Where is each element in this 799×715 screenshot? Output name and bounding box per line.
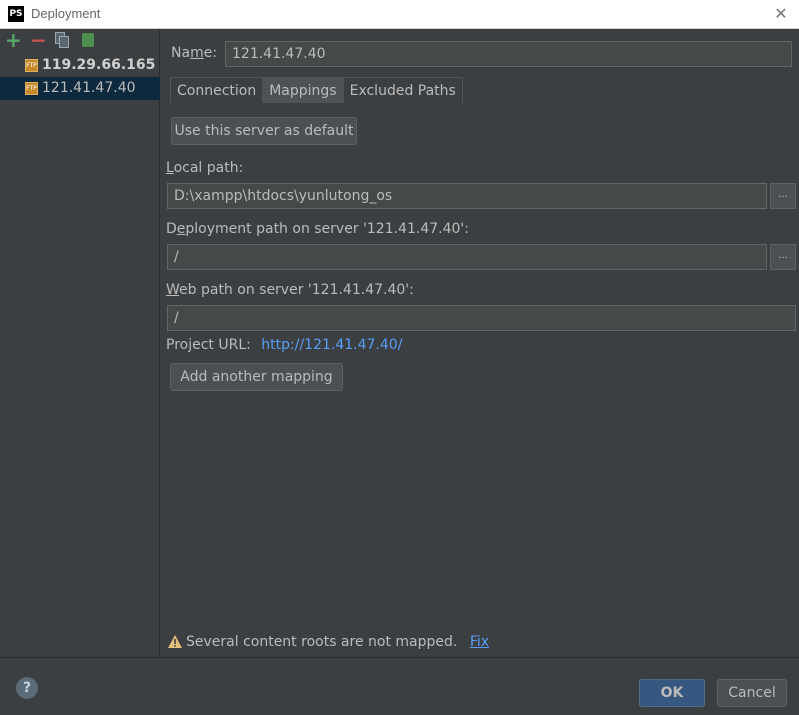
project-url-row: Project URL: http://121.41.47.40/ — [166, 337, 402, 353]
copy-icon[interactable] — [54, 32, 70, 48]
ftp-server-icon: FTP — [25, 82, 38, 95]
web-path-label: Web path on server '121.41.47.40': — [166, 282, 414, 298]
question-icon: ? — [22, 680, 32, 696]
close-icon: ✕ — [774, 4, 788, 23]
server-label: 119.29.66.165 — [42, 57, 156, 73]
ok-button[interactable]: OK — [639, 679, 705, 707]
tab-mappings[interactable]: Mappings — [262, 77, 344, 103]
warning-text: Several content roots are not mapped. — [186, 634, 458, 650]
server-label: 121.41.47.40 — [42, 80, 136, 96]
cancel-button[interactable]: Cancel — [717, 679, 787, 707]
server-config-panel: Name: 121.41.47.40 Connection Mappings E… — [161, 29, 799, 657]
use-as-default-button[interactable]: Use this server as default — [171, 117, 357, 145]
add-another-mapping-button[interactable]: Add another mapping — [170, 363, 343, 391]
local-path-field[interactable]: D:\xampp\htdocs\yunlutong_os — [167, 183, 767, 209]
plus-icon[interactable]: + — [5, 30, 22, 50]
name-label: Name: — [171, 45, 218, 61]
deployment-path-browse-button[interactable]: ... — [770, 244, 796, 270]
use-as-default-icon[interactable] — [80, 32, 96, 48]
deployment-path-label: Deployment path on server '121.41.47.40'… — [166, 221, 469, 237]
local-path-browse-button[interactable]: ... — [770, 183, 796, 209]
server-item-121-41-47-40[interactable]: FTP 121.41.47.40 — [0, 77, 160, 100]
window-title: Deployment — [31, 6, 101, 21]
local-path-label: Local path: — [166, 160, 244, 176]
warning-icon — [168, 635, 182, 648]
web-path-field[interactable]: / — [167, 305, 796, 331]
deployment-path-field[interactable]: / — [167, 244, 767, 270]
fix-link[interactable]: Fix — [470, 634, 489, 650]
tab-bar: Connection Mappings Excluded Paths — [170, 77, 463, 103]
server-list-panel: + − FTP 119.29.66.165 FTP 121.41.47.40 — [0, 29, 160, 657]
tab-excluded-paths[interactable]: Excluded Paths — [342, 77, 463, 103]
minus-icon[interactable]: − — [30, 30, 47, 50]
help-button[interactable]: ? — [16, 677, 38, 699]
name-field[interactable]: 121.41.47.40 — [225, 41, 792, 67]
project-url-link[interactable]: http://121.41.47.40/ — [261, 337, 402, 353]
warning-row: Several content roots are not mapped. Fi… — [186, 634, 489, 650]
server-item-119-29-66-165[interactable]: FTP 119.29.66.165 — [0, 54, 160, 77]
server-list: FTP 119.29.66.165 FTP 121.41.47.40 — [0, 54, 160, 100]
ftp-server-icon: FTP — [25, 59, 38, 72]
project-url-label: Project URL: — [166, 337, 251, 353]
tab-connection[interactable]: Connection — [170, 77, 264, 103]
close-button[interactable]: ✕ — [771, 4, 791, 24]
server-toolbar: + − — [0, 29, 159, 55]
phpstorm-app-icon: PS — [8, 6, 24, 22]
dialog-footer: ? OK Cancel — [0, 657, 799, 715]
title-bar: PS Deployment ✕ — [0, 0, 799, 29]
